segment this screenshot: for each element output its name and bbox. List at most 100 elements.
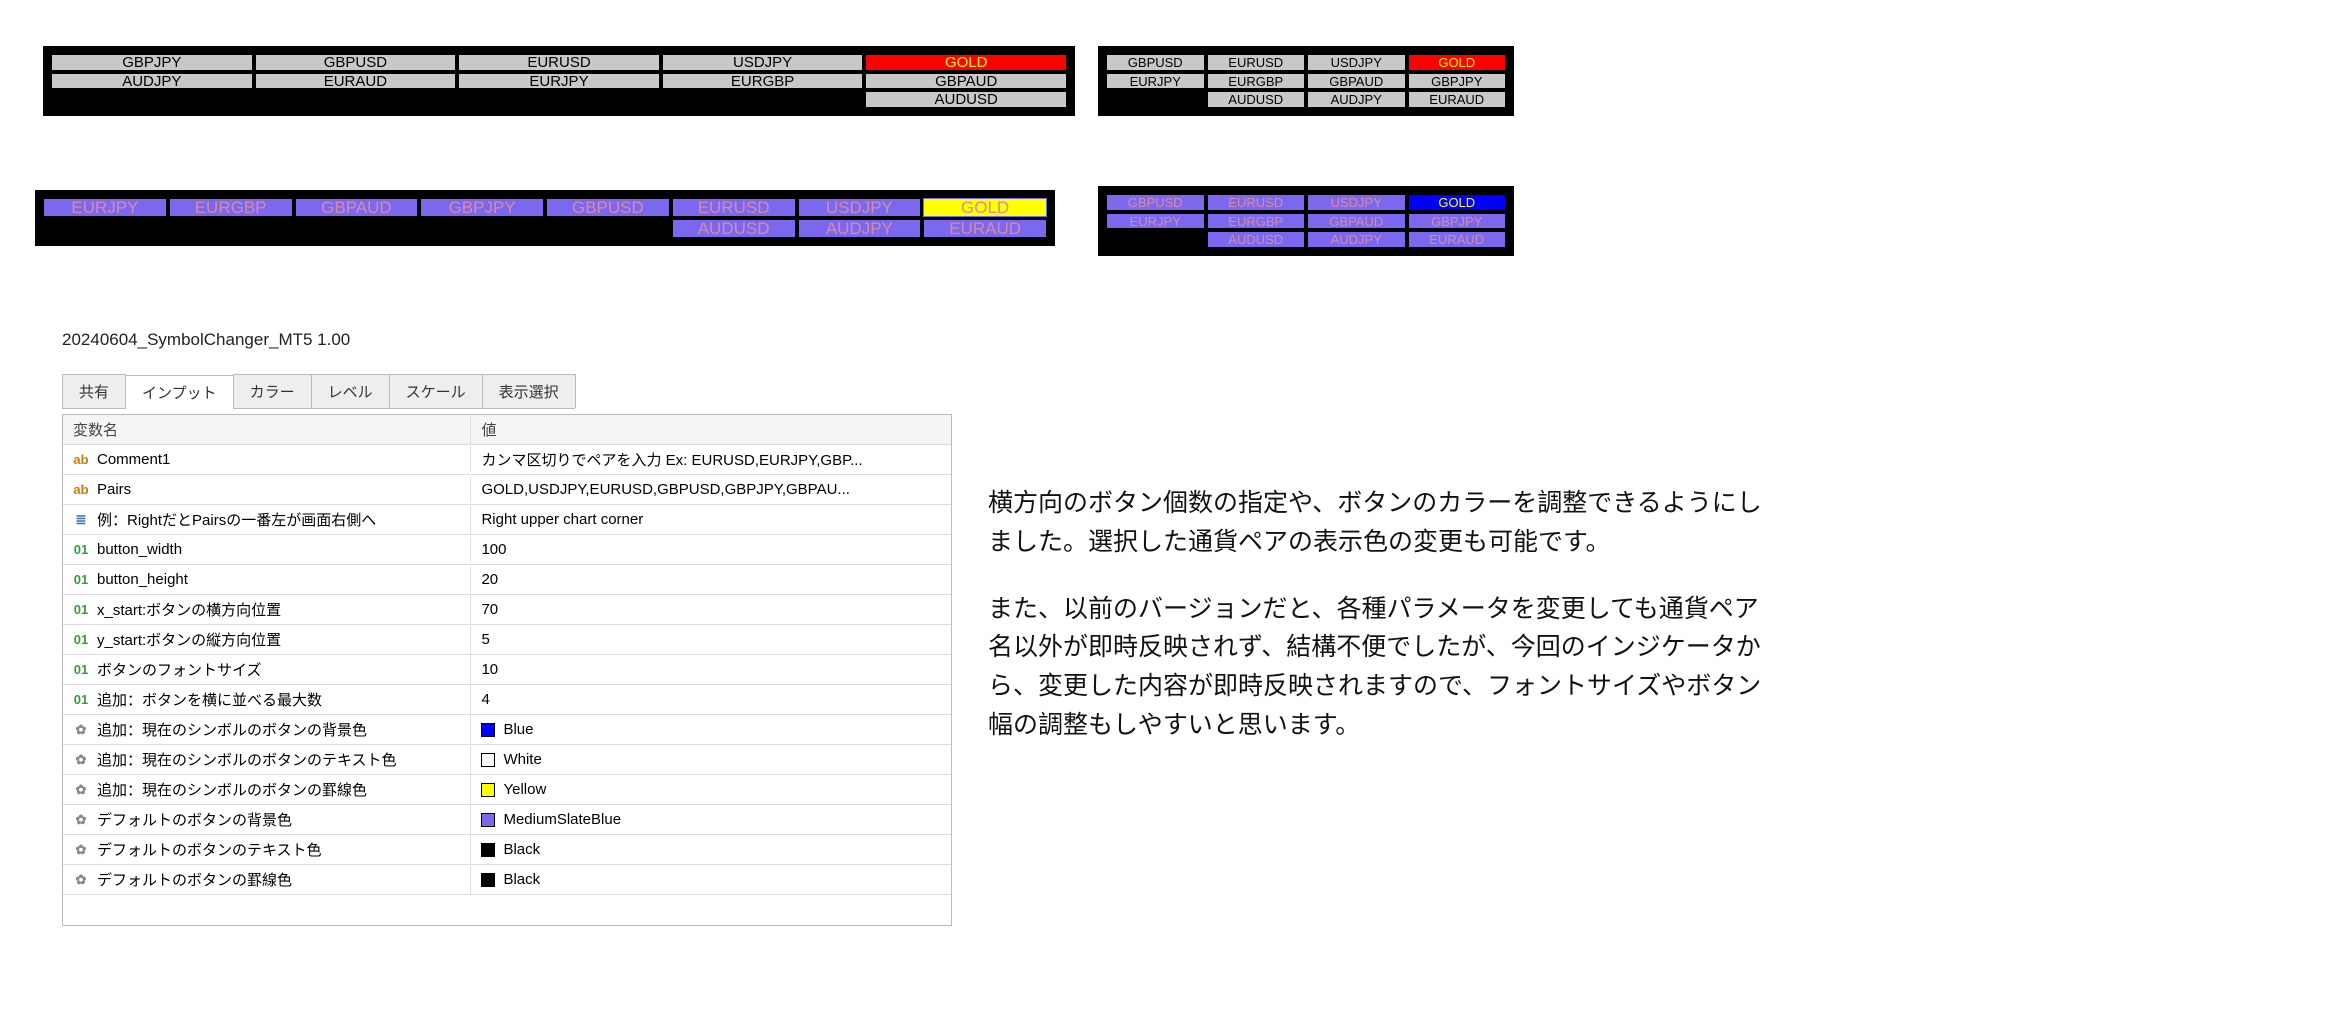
symbol-button[interactable]: USDJPY	[798, 198, 922, 217]
symbol-button[interactable]: GBPAUD	[1307, 73, 1406, 90]
symbol-button[interactable]: AUDJPY	[1307, 231, 1406, 248]
symbol-button[interactable]: GBPJPY	[420, 198, 544, 217]
symbol-button[interactable]: EURAUD	[1408, 231, 1507, 248]
param-name: デフォルトのボタンの罫線色	[97, 869, 292, 890]
param-value: カンマ区切りでペアを入力 Ex: EURUSD,EURJPY,GBP...	[481, 449, 862, 470]
table-row[interactable]: abComment1カンマ区切りでペアを入力 Ex: EURUSD,EURJPY…	[63, 445, 951, 475]
empty-cell	[255, 91, 457, 108]
symbol-button[interactable]: GBPUSD	[1106, 54, 1205, 71]
param-value: 5	[481, 631, 489, 648]
param-value-cell[interactable]: Yellow	[471, 777, 951, 802]
symbol-button[interactable]: EURAUD	[255, 73, 457, 90]
table-row[interactable]: ✿デフォルトのボタンの罫線色Black	[63, 865, 951, 895]
color-swatch	[481, 843, 495, 857]
symbol-button[interactable]: GBPUSD	[546, 198, 670, 217]
table-row[interactable]: 01x_start:ボタンの横方向位置70	[63, 595, 951, 625]
param-value-cell[interactable]: Blue	[471, 717, 951, 742]
symbol-button[interactable]: USDJPY	[1307, 54, 1406, 71]
symbol-grid: GBPUSDEURUSDUSDJPYGOLD EURJPYEURGBPGBPAUD…	[1106, 194, 1506, 248]
empty-cell	[420, 219, 544, 238]
symbol-button[interactable]: USDJPY	[662, 54, 864, 71]
table-row[interactable]: ✿追加：現在のシンボルのボタンの背景色Blue	[63, 715, 951, 745]
table-row[interactable]: 01button_height20	[63, 565, 951, 595]
symbol-button[interactable]: EURGBP	[1207, 73, 1306, 90]
col-type-icon: ✿	[73, 812, 89, 828]
param-value-cell[interactable]: Black	[471, 867, 951, 892]
col-type-icon: ✿	[73, 842, 89, 858]
symbol-button[interactable]: AUDJPY	[51, 73, 253, 90]
tab-2[interactable]: カラー	[233, 374, 312, 408]
table-row[interactable]: ✿追加：現在のシンボルのボタンの罫線色Yellow	[63, 775, 951, 805]
param-value-cell[interactable]: カンマ区切りでペアを入力 Ex: EURUSD,EURJPY,GBP...	[471, 445, 951, 474]
table-row[interactable]: 01ボタンのフォントサイズ10	[63, 655, 951, 685]
empty-cell	[1106, 231, 1205, 248]
symbol-button[interactable]: EURGBP	[1207, 213, 1306, 230]
table-row[interactable]: ✿デフォルトのボタンの背景色MediumSlateBlue	[63, 805, 951, 835]
symbol-button[interactable]: GBPAUD	[295, 198, 419, 217]
param-value-cell[interactable]: White	[471, 747, 951, 772]
param-value-cell[interactable]: Right upper chart corner	[471, 507, 951, 532]
symbol-button[interactable]: GBPUSD	[1106, 194, 1205, 211]
symbol-button[interactable]: EURGBP	[169, 198, 293, 217]
symbol-button[interactable]: EURJPY	[458, 73, 660, 90]
param-name-cell: 01ボタンのフォントサイズ	[63, 655, 471, 684]
param-value-cell[interactable]: 20	[471, 567, 951, 592]
param-value-cell[interactable]: 70	[471, 597, 951, 622]
table-row[interactable]: abPairsGOLD,USDJPY,EURUSD,GBPUSD,GBPJPY,…	[63, 475, 951, 505]
symbol-button[interactable]: AUDUSD	[1207, 91, 1306, 108]
param-name: y_start:ボタンの縦方向位置	[97, 629, 281, 650]
param-name-cell: ✿追加：現在のシンボルのボタンの背景色	[63, 715, 471, 744]
symbol-button[interactable]: EURUSD	[458, 54, 660, 71]
symbol-button[interactable]: GOLD	[923, 198, 1047, 217]
symbol-panel-gray-narrow: GBPUSDEURUSDUSDJPYGOLD EURJPYEURGBPGBPAUD…	[1098, 46, 1514, 116]
param-name: x_start:ボタンの横方向位置	[97, 599, 281, 620]
symbol-button[interactable]: USDJPY	[1307, 194, 1406, 211]
symbol-button[interactable]: GOLD	[865, 54, 1067, 71]
tab-0[interactable]: 共有	[62, 374, 126, 408]
symbol-button[interactable]: GBPAUD	[865, 73, 1067, 90]
symbol-button[interactable]: EURUSD	[1207, 54, 1306, 71]
symbol-button[interactable]: EURAUD	[1408, 91, 1507, 108]
table-row[interactable]: 01button_width100	[63, 535, 951, 565]
param-value-cell[interactable]: 100	[471, 537, 951, 562]
symbol-button[interactable]: EURGBP	[662, 73, 864, 90]
symbol-button[interactable]: EURJPY	[1106, 213, 1205, 230]
symbol-button[interactable]: AUDUSD	[1207, 231, 1306, 248]
symbol-button[interactable]: EURUSD	[1207, 194, 1306, 211]
tab-1[interactable]: インプット	[125, 375, 234, 409]
param-value-cell[interactable]: GOLD,USDJPY,EURUSD,GBPUSD,GBPJPY,GBPAU..…	[471, 477, 951, 502]
param-value-cell[interactable]: 10	[471, 657, 951, 682]
symbol-button[interactable]: GBPJPY	[1408, 73, 1507, 90]
symbol-button[interactable]: GBPUSD	[255, 54, 457, 71]
tab-4[interactable]: スケール	[389, 374, 483, 408]
tab-5[interactable]: 表示選択	[482, 374, 576, 408]
symbol-button[interactable]: GBPAUD	[1307, 213, 1406, 230]
symbol-button[interactable]: EURJPY	[1106, 73, 1205, 90]
symbol-button[interactable]: AUDJPY	[1307, 91, 1406, 108]
symbol-button[interactable]: GBPJPY	[1408, 213, 1507, 230]
param-value-cell[interactable]: MediumSlateBlue	[471, 807, 951, 832]
param-name: Pairs	[97, 481, 131, 498]
symbol-button[interactable]: AUDJPY	[798, 219, 922, 238]
symbol-button[interactable]: AUDUSD	[865, 91, 1067, 108]
symbol-button[interactable]: EURJPY	[43, 198, 167, 217]
table-row[interactable]: 01追加：ボタンを横に並べる最大数4	[63, 685, 951, 715]
param-value-cell[interactable]: 5	[471, 627, 951, 652]
symbol-button[interactable]: EURAUD	[923, 219, 1047, 238]
symbol-button[interactable]: EURUSD	[672, 198, 796, 217]
symbol-grid: GBPJPYGBPUSDEURUSDUSDJPYGOLD AUDJPYEURAUD…	[51, 54, 1067, 108]
table-row[interactable]: ✿デフォルトのボタンのテキスト色Black	[63, 835, 951, 865]
param-value: 4	[481, 691, 489, 708]
param-value-cell[interactable]: 4	[471, 687, 951, 712]
symbol-button[interactable]: GOLD	[1408, 54, 1507, 71]
param-name: 例：RightだとPairsの一番左が画面右側へ	[97, 509, 376, 530]
tab-3[interactable]: レベル	[311, 374, 390, 408]
table-row[interactable]: 01y_start:ボタンの縦方向位置5	[63, 625, 951, 655]
symbol-button[interactable]: GOLD	[1408, 194, 1507, 211]
table-row[interactable]: ✿追加：現在のシンボルのボタンのテキスト色White	[63, 745, 951, 775]
param-value-cell[interactable]: Black	[471, 837, 951, 862]
symbol-button[interactable]: AUDUSD	[672, 219, 796, 238]
symbol-button[interactable]: GBPJPY	[51, 54, 253, 71]
color-swatch	[481, 813, 495, 827]
table-row[interactable]: ≣例：RightだとPairsの一番左が画面右側へRight upper cha…	[63, 505, 951, 535]
